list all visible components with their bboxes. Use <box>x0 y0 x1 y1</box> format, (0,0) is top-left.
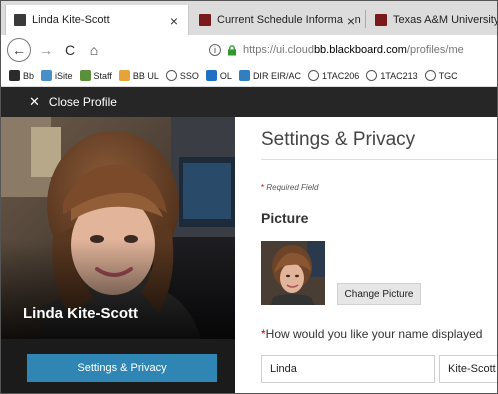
tab-title: Current Schedule Information | <box>217 14 361 26</box>
outlook-icon <box>205 70 217 81</box>
tamu-favicon-icon <box>375 14 387 26</box>
bookmarks-bar: Bb iSite Staff BB UL SSO OL DIR EIR/AC 1TAC206 1… <box>1 65 497 87</box>
bookmark-label: iSite <box>55 70 73 81</box>
globe-icon <box>307 70 319 81</box>
info-icon[interactable]: i <box>209 44 221 56</box>
first-name-field[interactable]: Linda <box>261 355 435 383</box>
settings-panel: Settings & Privacy * Required Field Pict… <box>235 117 497 393</box>
forward-arrow-icon: → <box>39 42 53 58</box>
profile-sidebar: Linda Kite-Scott Settings & Privacy <box>1 117 235 393</box>
bookmark-item[interactable]: iSite <box>41 70 73 81</box>
required-note: * Required Field <box>261 183 318 192</box>
reload-button[interactable]: C <box>61 39 79 61</box>
tab-close-icon[interactable]: × <box>342 13 355 29</box>
isite-icon <box>41 70 53 81</box>
tab-profile[interactable]: Linda Kite-Scott × <box>5 5 189 35</box>
blackboard-favicon-icon <box>14 14 26 26</box>
close-profile-label: Close Profile <box>48 95 117 109</box>
bookmark-item[interactable]: 1TAC206 <box>307 70 360 81</box>
bookmark-item[interactable]: DIR EIR/AC <box>238 70 301 81</box>
last-name-field[interactable]: Kite-Scott <box>439 355 497 383</box>
bookmark-label: 1TAC213 <box>380 70 418 81</box>
forward-button[interactable]: → <box>37 39 55 61</box>
bookmark-label: SSO <box>179 70 199 81</box>
tab-tamu[interactable]: Texas A&M University-Ter <box>367 5 497 35</box>
home-button[interactable]: ⌂ <box>85 39 103 61</box>
close-profile-button[interactable]: ✕ Close Profile <box>29 94 117 110</box>
tab-close-icon[interactable]: × <box>170 13 178 29</box>
settings-privacy-button[interactable]: Settings & Privacy <box>27 354 217 382</box>
back-button[interactable]: ← <box>7 38 31 62</box>
profile-name: Linda Kite-Scott <box>23 305 138 322</box>
tab-schedule[interactable]: Current Schedule Information | × <box>191 5 361 35</box>
url-path: /profiles/me <box>406 44 464 56</box>
bookmark-label: TGC <box>438 70 458 81</box>
address-bar[interactable]: i https://ui.cloud bb.blackboard.com/prof… <box>209 41 464 59</box>
picture-heading: Picture <box>261 210 309 226</box>
page-title: Settings & Privacy <box>261 129 416 150</box>
bookmark-item[interactable]: SSO <box>165 70 199 81</box>
required-note-text: Required Field <box>266 183 319 192</box>
bb-ul-icon <box>118 70 130 81</box>
bookmark-item[interactable]: 1TAC213 <box>366 70 418 81</box>
change-picture-button[interactable]: Change Picture <box>337 283 421 305</box>
close-icon: ✕ <box>29 94 40 109</box>
bookmark-label: OL <box>219 70 232 81</box>
bookmark-item[interactable]: TGC <box>424 70 458 81</box>
name-display-question: *How would you like your name displayed <box>261 327 482 341</box>
name-question-text: How would you like your name displayed <box>265 327 483 341</box>
bookmark-item[interactable]: OL <box>205 70 232 81</box>
url-prefix: https://ui.cloud <box>243 44 314 56</box>
profile-header-bar: ✕ Close Profile <box>1 87 497 117</box>
tab-title: Linda Kite-Scott <box>32 14 110 26</box>
back-arrow-icon: ← <box>12 42 26 58</box>
bookmark-label: BB UL <box>132 70 159 81</box>
lock-icon <box>227 44 237 56</box>
globe-icon <box>165 70 177 81</box>
arrow-icon <box>238 70 250 81</box>
tab-title: Texas A&M University-Ter <box>393 14 497 26</box>
bookmark-label: Staff <box>93 70 112 81</box>
bookmark-item[interactable]: BB UL <box>118 70 159 81</box>
tab-strip: Linda Kite-Scott × Current Schedule Info… <box>1 1 497 35</box>
home-icon: ⌂ <box>89 42 99 58</box>
nav-bar: ← → C ⌂ i https://ui.cloud bb.blackboard.… <box>1 35 497 65</box>
bookmark-label: 1TAC206 <box>321 70 360 81</box>
bookmark-label: Bb <box>23 70 35 81</box>
staff-icon <box>79 70 91 81</box>
profile-picture-thumbnail <box>261 241 325 305</box>
blackboard-icon <box>9 70 20 81</box>
browser-window: Linda Kite-Scott × Current Schedule Info… <box>0 0 498 394</box>
reload-icon: C <box>64 42 76 58</box>
tamu-favicon-icon <box>199 14 211 26</box>
bookmark-item[interactable]: Staff <box>79 70 112 81</box>
bookmark-label: DIR EIR/AC <box>252 70 301 81</box>
bookmark-item[interactable]: Bb <box>9 70 34 81</box>
divider <box>261 159 497 160</box>
globe-icon <box>366 70 378 81</box>
globe-icon <box>424 70 436 81</box>
tab-divider <box>365 10 366 28</box>
required-star: * <box>261 183 265 192</box>
url-domain: bb.blackboard.com <box>313 44 407 56</box>
